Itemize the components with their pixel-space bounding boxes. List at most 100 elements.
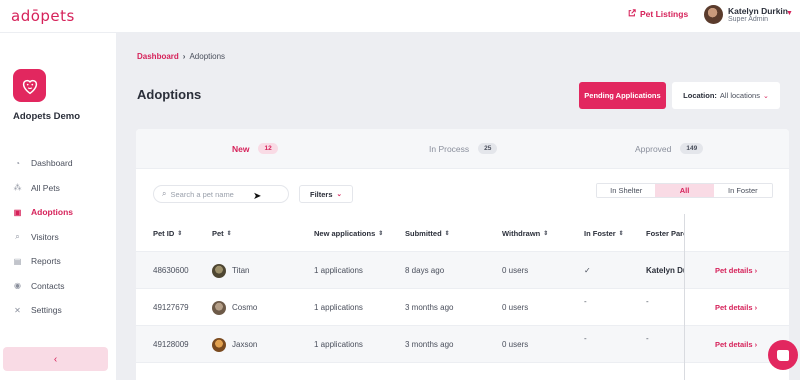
location-label: Location:	[683, 91, 717, 100]
segment-all[interactable]: All	[655, 184, 714, 197]
header-label: In Foster	[584, 229, 616, 238]
pet-cell: Jaxson	[212, 326, 257, 363]
chevron-left-icon: ‹	[53, 353, 58, 365]
tab-count-badge: 12	[258, 143, 278, 154]
foster-parent-cell: -	[646, 297, 649, 306]
header-label: Pet ID	[153, 229, 175, 238]
tab-label: Approved	[635, 143, 672, 154]
pet-avatar	[212, 263, 226, 278]
search-input[interactable]	[170, 189, 281, 199]
sort-icon: ⇕	[226, 231, 232, 237]
brand-name: Adopets Demo	[13, 111, 81, 122]
column-header-pet-id[interactable]: Pet ID ⇕	[153, 229, 182, 238]
sidebar-item-all-pets[interactable]: ⁂ All Pets	[0, 176, 117, 201]
tools-icon: ✕	[14, 305, 21, 315]
pet-search[interactable]: ⌕	[153, 185, 289, 203]
chevron-down-icon[interactable]: ▼	[786, 10, 793, 17]
sidebar-item-adoptions[interactable]: ▣ Adoptions	[0, 200, 117, 225]
main-content: Dashboard › Adoptions Adoptions Pending …	[117, 33, 800, 380]
submitted-cell: 3 months ago	[405, 340, 454, 349]
sort-icon: ⇕	[444, 231, 450, 237]
chevron-down-icon: ⌄	[762, 92, 769, 100]
pet-avatar	[212, 300, 226, 315]
dashboard-icon: ◔	[15, 158, 20, 168]
column-header-in-foster[interactable]: In Foster ⇕	[584, 229, 624, 238]
location-select[interactable]: Location: All locations ⌄	[672, 82, 780, 109]
adoptions-icon: ▣	[13, 207, 22, 217]
column-header-new-applications[interactable]: New applications ⇕	[314, 229, 383, 238]
segment-in-shelter[interactable]: In Shelter	[597, 184, 656, 197]
tab-in-process[interactable]: In Process 25	[429, 143, 498, 154]
adoptions-card: New 12 In Process 25 Approved 149 ⌕ Filt…	[136, 129, 789, 380]
column-header-submitted[interactable]: Submitted ⇕	[405, 229, 450, 238]
breadcrumb-current: Adoptions	[189, 52, 226, 61]
chat-button[interactable]	[768, 340, 798, 370]
sidebar-item-visitors[interactable]: ⌕ Visitors	[0, 225, 117, 250]
page-title: Adoptions	[137, 87, 202, 102]
header-label: Foster Pare	[646, 229, 684, 238]
header-label: Pet	[212, 229, 224, 238]
document-icon: ▤	[13, 256, 22, 266]
top-bar: adōpets Pet Listings Katelyn Durkin Supe…	[0, 0, 800, 33]
table-row[interactable]: 48630600 Titan 1 applications 8 days ago…	[136, 252, 789, 289]
breadcrumb-dashboard-link[interactable]: Dashboard	[137, 52, 179, 61]
breadcrumb: Dashboard › Adoptions	[137, 52, 225, 61]
pet-details-link[interactable]: Pet details ›	[715, 326, 757, 363]
sidebar-item-label: Settings	[31, 305, 62, 316]
external-link-icon	[628, 9, 636, 19]
mouse-cursor-icon: ➤	[253, 191, 262, 202]
pet-details-link[interactable]: Pet details ›	[715, 289, 757, 326]
status-tabs: New 12 In Process 25 Approved 149	[136, 129, 789, 169]
column-header-withdrawn[interactable]: Withdrawn ⇕	[502, 229, 548, 238]
pet-cell: Titan	[212, 252, 250, 289]
collapse-sidebar-button[interactable]: ‹	[3, 347, 108, 371]
table-header: Pet ID ⇕ Pet ⇕ New applications ⇕ Submitted…	[136, 216, 789, 252]
pending-applications-button[interactable]: Pending Applications	[579, 82, 666, 109]
table-row[interactable]: 49127679 Cosmo 1 applications 3 months a…	[136, 289, 789, 326]
foster-parent-cell: -	[646, 334, 649, 343]
pet-details-link[interactable]: Pet details ›	[715, 252, 757, 289]
pet-name: Cosmo	[232, 303, 258, 312]
pet-listings-label: Pet Listings	[640, 9, 689, 19]
header-label: Withdrawn	[502, 229, 541, 238]
sidebar-item-contacts[interactable]: ◉ Contacts	[0, 274, 117, 299]
pet-id-cell: 49128009	[153, 340, 189, 349]
sidebar-item-reports[interactable]: ▤ Reports	[0, 249, 117, 274]
pet-id-cell: 48630600	[153, 266, 189, 275]
search-icon: ⌕	[15, 231, 20, 241]
sort-icon: ⇕	[177, 231, 183, 237]
sticky-column-divider	[684, 214, 685, 380]
segment-in-foster[interactable]: In Foster	[713, 184, 772, 197]
sort-icon: ⇕	[378, 231, 384, 237]
applications-cell: 1 applications	[314, 340, 363, 349]
chat-icon	[777, 349, 789, 361]
withdrawn-cell: 0 users	[502, 340, 529, 349]
column-header-pet[interactable]: Pet ⇕	[212, 229, 232, 238]
pet-id-cell: 49127679	[153, 303, 189, 312]
tab-count-badge: 149	[680, 143, 704, 154]
foster-parent-cell: Katelyn Dur	[646, 266, 684, 275]
header-label: Submitted	[405, 229, 442, 238]
sort-icon: ⇕	[618, 231, 624, 237]
user-name[interactable]: Katelyn Durkin	[728, 6, 788, 16]
filters-label: Filters	[310, 189, 333, 199]
column-header-foster-parent[interactable]: Foster Pare	[646, 229, 684, 238]
filters-button[interactable]: Filters ⌄	[299, 185, 353, 203]
user-avatar[interactable]	[704, 5, 723, 24]
tab-count-badge: 25	[478, 143, 498, 154]
applications-cell: 1 applications	[314, 266, 363, 275]
tab-new[interactable]: New 12	[232, 143, 278, 154]
sidebar-item-label: Contacts	[31, 280, 65, 291]
in-foster-cell: -	[584, 334, 587, 343]
pet-listings-link[interactable]: Pet Listings	[628, 9, 688, 19]
table-row[interactable]: 49128009 Jaxson 1 applications 3 months …	[136, 326, 789, 363]
sort-icon: ⇕	[543, 231, 549, 237]
search-icon: ⌕	[162, 189, 167, 198]
submitted-cell: 8 days ago	[405, 266, 445, 275]
adoptions-table: Pet ID ⇕ Pet ⇕ New applications ⇕ Submitted…	[136, 216, 789, 363]
adopets-logo[interactable]: adōpets	[11, 7, 75, 25]
sidebar-item-label: Dashboard	[31, 158, 73, 169]
sidebar-item-dashboard[interactable]: ◔ Dashboard	[0, 151, 117, 176]
tab-approved[interactable]: Approved 149	[635, 143, 704, 154]
sidebar-item-settings[interactable]: ✕ Settings	[0, 298, 117, 323]
